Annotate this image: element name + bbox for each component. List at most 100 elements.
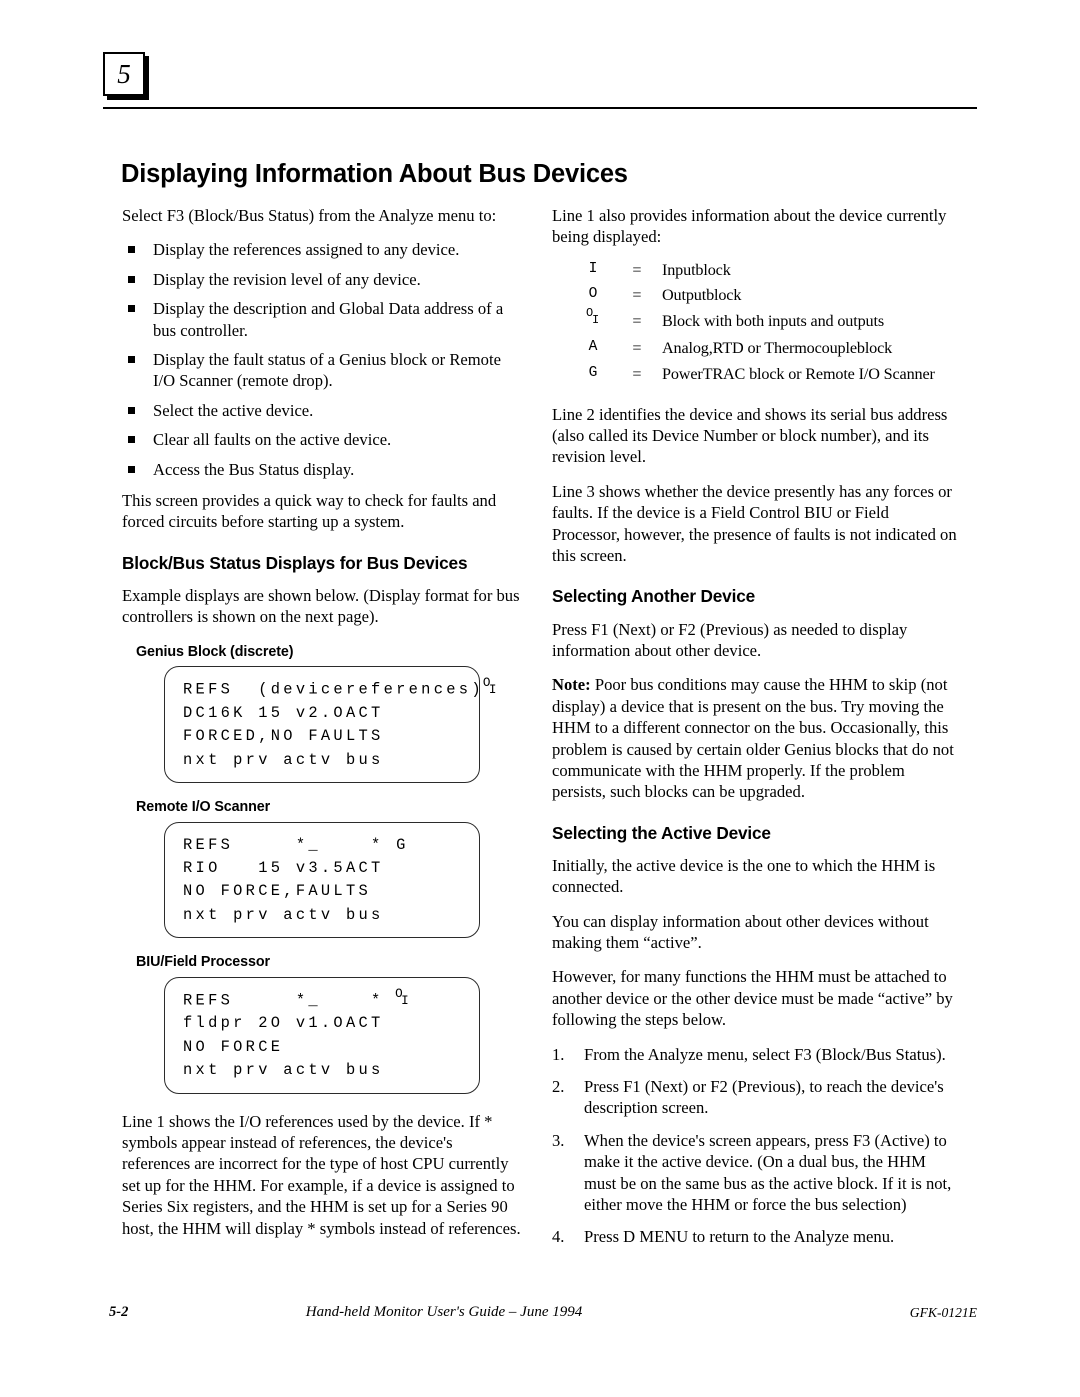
- square-bullet-icon: [128, 355, 135, 363]
- active-device-steps-list: 1. From the Analyze menu, select F3 (Bloc…: [552, 1044, 957, 1248]
- line2-paragraph: Line 2 identifies the device and shows i…: [552, 404, 948, 467]
- right-column: Line 1 also provides information about t…: [552, 205, 957, 1259]
- legend-equals: =: [632, 312, 642, 331]
- bullet-text: Display the description and Global Data …: [153, 299, 504, 340]
- table-row: I = Inputblock: [570, 261, 935, 287]
- legend-equals: =: [632, 260, 642, 279]
- bullet-text: Display the fault status of a Genius blo…: [153, 349, 501, 391]
- header-divider-rule: [103, 107, 977, 109]
- active-device-paragraph-1: Initially, the active device is the one …: [552, 855, 936, 897]
- step-text: Press F1 (Next) or F2 (Previous), to rea…: [584, 1077, 944, 1118]
- square-bullet-icon: [128, 465, 135, 473]
- output-input-symbol-icon: OI: [482, 675, 500, 698]
- note-label: Note:: [552, 675, 591, 695]
- table-row: G = PowerTRAC block or Remote I/O Scanne…: [570, 365, 935, 391]
- square-bullet-icon: [128, 305, 135, 313]
- legend-symbol: A: [588, 339, 598, 356]
- bullet-text: Access the Bus Status display.: [153, 459, 355, 479]
- list-item: Display the references assigned to any d…: [122, 239, 522, 260]
- list-item: 4. Press D MENU to return to the Analyze …: [552, 1226, 957, 1247]
- lcd-line: REFS *_ * OI: [183, 985, 412, 1009]
- step-number: 3.: [552, 1130, 565, 1150]
- output-input-symbol-icon: OI: [586, 306, 600, 327]
- line3-paragraph: Line 3 shows whether the device presentl…: [552, 481, 957, 565]
- lcd-line: RIO 15 v3.5ACT: [183, 858, 384, 877]
- legend-equals: =: [632, 286, 642, 305]
- legend-symbol: O: [588, 286, 598, 303]
- lcd-display-biu-field-processor: REFS *_ * OI fldpr 2O v1.OACT NO FORCE n…: [164, 976, 480, 1094]
- feature-bullet-list: Display the references assigned to any d…: [122, 239, 522, 480]
- list-item: Display the fault status of a Genius blo…: [122, 349, 522, 392]
- footer-document-id: GFK-0121E: [909, 1305, 977, 1320]
- note-paragraph: Note: Poor bus conditions may cause the …: [552, 674, 957, 802]
- example-intro-paragraph: Example displays are shown below. (Displ…: [122, 585, 520, 627]
- page-title: Displaying Information About Bus Devices: [121, 160, 628, 189]
- legend-description: Outputblock: [662, 286, 742, 305]
- step-text: When the device's screen appears, press …: [584, 1130, 952, 1214]
- note-body: Poor bus conditions may cause the HHM to…: [552, 675, 954, 802]
- list-item: 2. Press F1 (Next) or F2 (Previous), to r…: [552, 1076, 957, 1119]
- table-row: O = Outputblock: [570, 286, 935, 312]
- device-symbol-legend-table: I = Inputblock O = Outputblock OI = Bloc…: [570, 261, 935, 391]
- list-item: Access the Bus Status display.: [122, 459, 522, 480]
- page-footer: 5-2 Hand-held Monitor User's Guide – Jun…: [103, 1304, 977, 1326]
- lcd-line: NO FORCE,FAULTS: [183, 882, 372, 901]
- lcd-line: fldpr 2O v1.OACT: [183, 1014, 384, 1033]
- step-number: 2.: [552, 1077, 565, 1097]
- step-number: 1.: [552, 1044, 565, 1064]
- line1-explanation-paragraph: Line 1 shows the I/O references used by …: [122, 1111, 521, 1238]
- legend-description: PowerTRAC block or Remote I/O Scanner: [662, 365, 935, 384]
- line1-intro-paragraph: Line 1 also provides information about t…: [552, 206, 947, 247]
- step-text: Press D MENU to return to the Analyze me…: [584, 1227, 895, 1247]
- display-label-biu-field-processor: BIU/Field Processor: [136, 954, 270, 971]
- square-bullet-icon: [128, 275, 135, 283]
- chapter-number: 5: [117, 58, 131, 89]
- list-item: Select the active device.: [122, 400, 522, 421]
- bullet-text: Select the active device.: [153, 400, 314, 420]
- legend-description: Inputblock: [662, 260, 731, 279]
- selecting-another-paragraph: Press F1 (Next) or F2 (Previous) as need…: [552, 619, 908, 660]
- legend-symbol: I: [588, 260, 598, 277]
- output-input-symbol-icon: OI: [395, 985, 412, 1008]
- bullet-text: Display the revision level of any device…: [153, 269, 421, 289]
- lcd-line: DC16K 15 v2.OACT: [183, 703, 384, 722]
- square-bullet-icon: [128, 246, 135, 254]
- lcd-display-genius-block: REFS (devicereferences) O I DC16K 15 v2.OA…: [164, 666, 500, 784]
- bullet-text: Display the references assigned to any d…: [153, 240, 460, 260]
- section-heading-selecting-active-device: Selecting the Active Device: [552, 822, 771, 843]
- square-bullet-icon: [128, 436, 135, 444]
- quick-way-paragraph: This screen provides a quick way to chec…: [122, 490, 497, 532]
- lcd-line: nxt prv actv bus: [183, 750, 384, 769]
- left-column: Select F3 (Block/Bus Status) from the An…: [122, 205, 522, 1252]
- lcd-display-remote-io-scanner: REFS *_ * G RIO 15 v3.5ACT NO FORCE,FAUL…: [164, 821, 480, 939]
- footer-document-title: Hand-held Monitor User's Guide – June 19…: [305, 1304, 583, 1320]
- section-heading-selecting-another-device: Selecting Another Device: [552, 586, 756, 607]
- bullet-text: Clear all faults on the active device.: [153, 430, 392, 450]
- chapter-box-face: 5: [103, 52, 145, 96]
- step-number: 4.: [552, 1227, 565, 1247]
- lcd-line: nxt prv actv bus: [183, 905, 384, 924]
- lcd-line: nxt prv actv bus: [183, 1061, 384, 1080]
- lcd-line: REFS *_ * G: [183, 835, 409, 854]
- list-item: 1. From the Analyze menu, select F3 (Bloc…: [552, 1044, 957, 1065]
- list-item: Display the description and Global Data …: [122, 298, 522, 341]
- list-item: Display the revision level of any device…: [122, 269, 522, 290]
- active-device-paragraph-2: You can display information about other …: [552, 911, 929, 953]
- list-item: Clear all faults on the active device.: [122, 429, 522, 450]
- chapter-number-box: 5: [103, 52, 149, 100]
- legend-symbol: OI: [570, 306, 618, 339]
- table-row: A = Analog,RTD or Thermocoupleblock: [570, 339, 935, 365]
- lcd-line: REFS (devicereferences) O I: [183, 675, 500, 699]
- legend-symbol: G: [588, 365, 598, 382]
- square-bullet-icon: [128, 406, 135, 414]
- legend-equals: =: [632, 365, 642, 384]
- lcd-line: NO FORCE: [183, 1037, 284, 1056]
- section-heading-block-bus-status: Block/Bus Status Displays for Bus Device…: [122, 552, 468, 573]
- active-device-paragraph-3: However, for many functions the HHM must…: [552, 967, 953, 1030]
- legend-equals: =: [632, 339, 642, 358]
- legend-description: Block with both inputs and outputs: [662, 312, 884, 331]
- step-text: From the Analyze menu, select F3 (Block/…: [584, 1044, 946, 1064]
- intro-paragraph: Select F3 (Block/Bus Status) from the An…: [122, 206, 497, 225]
- display-label-genius-block: Genius Block (discrete): [136, 643, 294, 660]
- list-item: 3. When the device's screen appears, pres…: [552, 1130, 957, 1216]
